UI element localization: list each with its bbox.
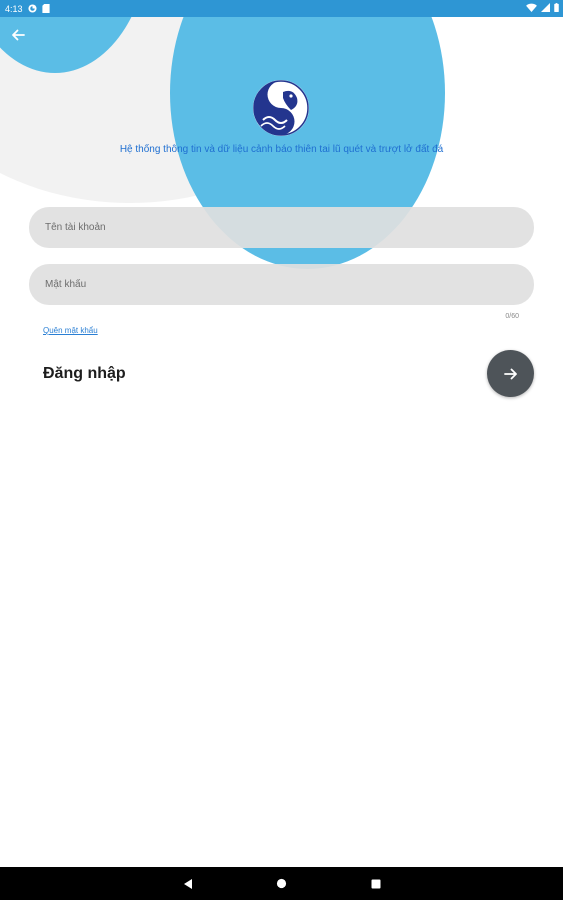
arrow-left-icon xyxy=(12,29,25,41)
status-time: 4:13 xyxy=(5,3,23,14)
login-button[interactable] xyxy=(487,350,534,397)
back-button[interactable] xyxy=(8,25,28,45)
home-circle-icon xyxy=(276,878,287,889)
system-nav-bar xyxy=(0,867,563,900)
nav-back-button[interactable] xyxy=(181,877,195,891)
sd-card-icon xyxy=(42,4,51,13)
status-bar: 4:13 xyxy=(0,0,563,17)
login-screen: Hệ thống thông tin và dữ liệu cảnh báo t… xyxy=(0,17,563,867)
forgot-password-link[interactable]: Quên mật khẩu xyxy=(43,326,98,335)
status-icons xyxy=(526,0,559,17)
signal-icon xyxy=(541,3,550,14)
password-field[interactable] xyxy=(29,264,534,305)
battery-icon xyxy=(554,3,559,14)
wifi-icon xyxy=(526,3,537,14)
recents-square-icon xyxy=(371,879,380,888)
username-field[interactable] xyxy=(29,207,534,248)
arrow-right-icon xyxy=(503,368,517,379)
nav-home-button[interactable] xyxy=(275,877,289,891)
vnf-logo xyxy=(253,80,309,136)
back-triangle-icon xyxy=(183,878,192,889)
nav-recents-button[interactable] xyxy=(369,877,383,891)
app-subtitle: Hệ thống thông tin và dữ liệu cảnh báo t… xyxy=(119,144,444,155)
password-input[interactable] xyxy=(43,278,517,291)
login-title: Đăng nhập xyxy=(43,365,126,382)
username-input[interactable] xyxy=(43,221,517,234)
app-icon xyxy=(27,4,37,13)
password-char-counter: 0/60 xyxy=(505,313,519,320)
